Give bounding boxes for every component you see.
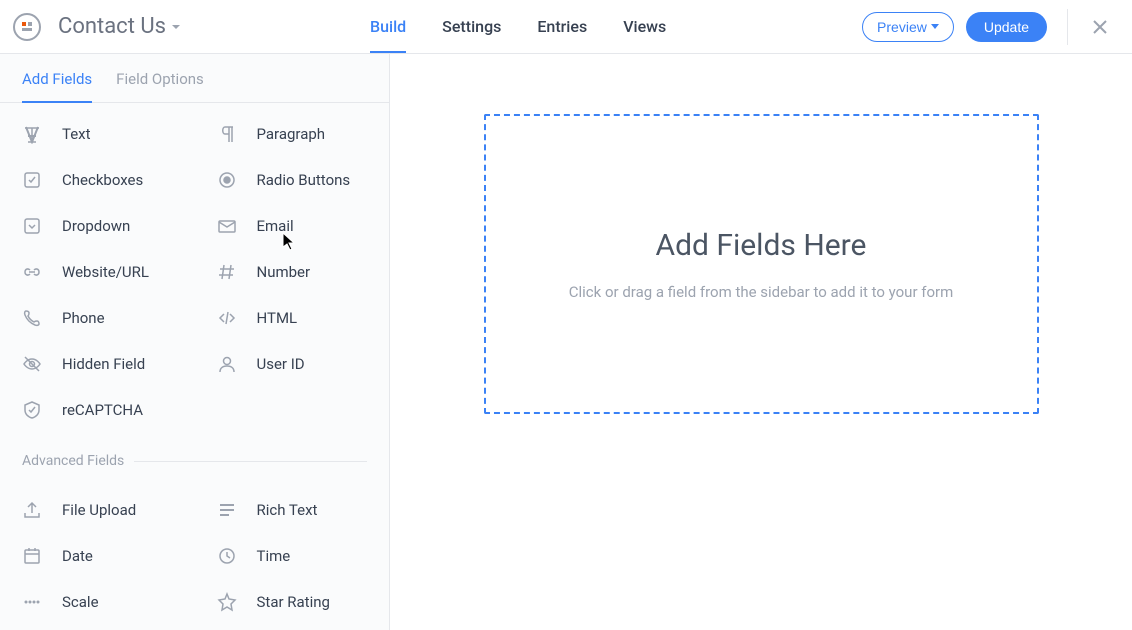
field-checkboxes[interactable]: Checkboxes — [0, 157, 195, 203]
drop-zone-subtitle: Click or drag a field from the sidebar t… — [569, 283, 954, 301]
form-title-text: Contact Us — [58, 14, 166, 39]
star-icon — [217, 592, 237, 612]
drop-zone[interactable]: Add Fields Here Click or drag a field fr… — [484, 114, 1039, 414]
sidebar: Add Fields Field Options Text Paragraph … — [0, 54, 390, 630]
field-dropdown[interactable]: Dropdown — [0, 203, 195, 249]
close-icon[interactable] — [1088, 9, 1112, 45]
field-number[interactable]: Number — [195, 249, 390, 295]
clock-icon — [217, 546, 237, 566]
top-bar: Contact Us Build Settings Entries Views … — [0, 0, 1132, 54]
calendar-icon — [22, 546, 42, 566]
drop-zone-title: Add Fields Here — [656, 228, 867, 263]
field-paragraph[interactable]: Paragraph — [195, 111, 390, 157]
tab-entries[interactable]: Entries — [537, 1, 587, 52]
field-text[interactable]: Text — [0, 111, 195, 157]
tab-settings[interactable]: Settings — [442, 1, 501, 52]
field-recaptcha[interactable]: reCAPTCHA — [0, 387, 195, 433]
field-url[interactable]: Website/URL — [0, 249, 195, 295]
tab-build[interactable]: Build — [370, 1, 406, 52]
field-phone[interactable]: Phone — [0, 295, 195, 341]
upload-icon — [22, 500, 42, 520]
divider — [1067, 9, 1068, 45]
user-icon — [217, 354, 237, 374]
form-title-dropdown[interactable]: Contact Us — [58, 14, 182, 39]
email-icon — [217, 216, 237, 236]
chevron-down-icon — [170, 21, 182, 33]
tab-views[interactable]: Views — [623, 1, 666, 52]
scale-icon — [22, 592, 42, 612]
field-scale[interactable]: Scale — [0, 579, 195, 625]
paragraph-icon — [217, 124, 237, 144]
advanced-fields-heading: Advanced Fields — [0, 441, 389, 479]
field-userid[interactable]: User ID — [195, 341, 390, 387]
list-icon — [217, 500, 237, 520]
eye-off-icon — [22, 354, 42, 374]
caret-down-icon — [931, 24, 939, 30]
preview-button[interactable]: Preview — [862, 12, 954, 42]
canvas: Add Fields Here Click or drag a field fr… — [390, 54, 1132, 630]
update-button[interactable]: Update — [966, 12, 1047, 42]
dropdown-icon — [22, 216, 42, 236]
field-radio[interactable]: Radio Buttons — [195, 157, 390, 203]
field-star-rating[interactable]: Star Rating — [195, 579, 390, 625]
html-code-icon — [217, 308, 237, 328]
field-html[interactable]: HTML — [195, 295, 390, 341]
text-letter-icon — [22, 124, 42, 144]
field-file-upload[interactable]: File Upload — [0, 487, 195, 533]
number-hash-icon — [217, 262, 237, 282]
field-rich-text[interactable]: Rich Text — [195, 487, 390, 533]
radio-icon — [217, 170, 237, 190]
app-logo-icon — [12, 12, 42, 42]
link-icon — [22, 262, 42, 282]
shield-check-icon — [22, 400, 42, 420]
field-date[interactable]: Date — [0, 533, 195, 579]
field-hidden[interactable]: Hidden Field — [0, 341, 195, 387]
field-email[interactable]: Email — [195, 203, 390, 249]
sidebar-tab-add-fields[interactable]: Add Fields — [22, 70, 92, 102]
sidebar-tab-field-options[interactable]: Field Options — [116, 70, 204, 102]
checkbox-icon — [22, 170, 42, 190]
main-tabs: Build Settings Entries Views — [370, 1, 666, 52]
field-time[interactable]: Time — [195, 533, 390, 579]
phone-icon — [22, 308, 42, 328]
